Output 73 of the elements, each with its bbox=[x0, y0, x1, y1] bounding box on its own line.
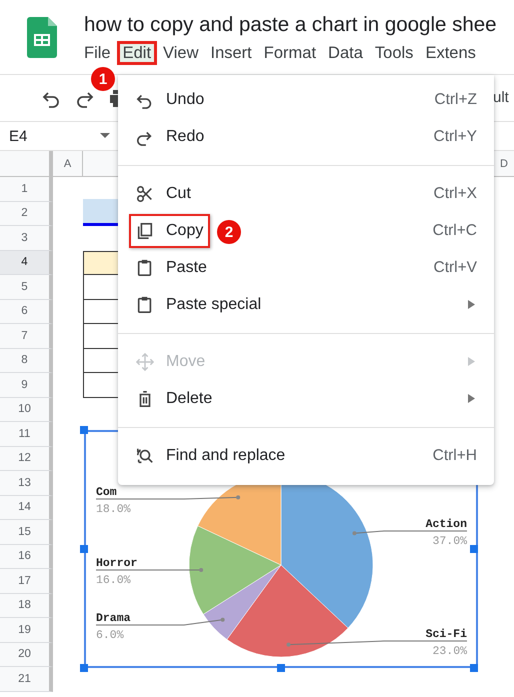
value-label: 16.0% bbox=[96, 574, 131, 587]
column-header[interactable]: D bbox=[494, 151, 514, 176]
row-header[interactable]: 3 bbox=[0, 226, 53, 250]
row-header[interactable]: 2 bbox=[0, 202, 53, 226]
menu-item[interactable]: Paste special bbox=[136, 294, 262, 314]
value-label: 37.0% bbox=[432, 535, 467, 548]
row-header[interactable]: 4 bbox=[0, 250, 53, 275]
shortcut-text: Ctrl+Y bbox=[434, 128, 477, 146]
column-header[interactable]: A bbox=[53, 151, 83, 176]
menu-item[interactable]: Paste bbox=[136, 258, 207, 278]
shortcut-text: Ctrl+C bbox=[432, 222, 477, 240]
resize-handle[interactable] bbox=[470, 545, 478, 553]
row-header[interactable]: 6 bbox=[0, 300, 53, 324]
chart-label: Drama bbox=[96, 612, 131, 625]
menu-item[interactable]: Cut bbox=[136, 184, 191, 204]
shortcut-text: Ctrl+V bbox=[434, 258, 477, 276]
menu-item[interactable]: Extens bbox=[419, 41, 482, 65]
menu-item[interactable]: Tools bbox=[368, 41, 420, 65]
menu-item[interactable]: Redo bbox=[136, 126, 204, 146]
menu-item[interactable]: Data bbox=[322, 41, 369, 65]
printer-icon[interactable] bbox=[110, 88, 118, 108]
menu-item[interactable]: Delete bbox=[136, 388, 212, 408]
row-header[interactable]: 8 bbox=[0, 348, 53, 373]
row-header[interactable]: 9 bbox=[0, 373, 53, 398]
shortcut-text: Ctrl+H bbox=[432, 446, 477, 464]
scissors-icon bbox=[136, 184, 154, 204]
menu-item[interactable]: Edit bbox=[116, 41, 158, 65]
menu-item[interactable]: View bbox=[157, 41, 204, 65]
copy-icon bbox=[136, 220, 154, 240]
menu-item[interactable]: Format bbox=[258, 41, 322, 65]
row-header[interactable]: 1 bbox=[0, 177, 53, 202]
four-arrows-icon bbox=[136, 352, 154, 372]
menu-item[interactable]: Copy bbox=[136, 220, 204, 240]
document-title[interactable]: how to copy and paste a chart in google shee bbox=[84, 12, 497, 38]
chart-label: Action bbox=[426, 518, 467, 531]
resize-handle[interactable] bbox=[470, 664, 478, 672]
menu-item[interactable]: Insert bbox=[204, 41, 258, 65]
chart-label: Com bbox=[96, 486, 117, 499]
row-header[interactable]: 15 bbox=[0, 520, 53, 544]
menu-item[interactable]: File bbox=[78, 41, 117, 65]
value-label: 18.0% bbox=[96, 503, 131, 516]
value-label: 6.0% bbox=[96, 629, 124, 642]
row-header[interactable]: 20 bbox=[0, 642, 53, 667]
chart-label: Sci-Fi bbox=[426, 628, 467, 641]
row-header[interactable]: 11 bbox=[0, 422, 53, 446]
chart-label: Horror bbox=[96, 557, 138, 570]
menu-item[interactable]: Undo bbox=[136, 90, 204, 110]
row-header[interactable]: 16 bbox=[0, 544, 53, 569]
row-header[interactable]: 21 bbox=[0, 667, 53, 692]
shortcut-text: Ctrl+Z bbox=[434, 90, 477, 108]
row-header[interactable]: 7 bbox=[0, 324, 53, 348]
shortcut-text: Ctrl+X bbox=[434, 184, 477, 202]
sheets-logo bbox=[27, 17, 57, 58]
value-label: 23.0% bbox=[432, 645, 467, 658]
font-selector[interactable]: ult bbox=[493, 89, 509, 106]
resize-handle[interactable] bbox=[80, 426, 88, 434]
step-badge: 1 bbox=[91, 67, 115, 91]
row-header[interactable]: 14 bbox=[0, 496, 53, 520]
row-header[interactable]: 18 bbox=[0, 594, 53, 618]
resize-handle[interactable] bbox=[277, 664, 285, 672]
row-header[interactable]: 10 bbox=[0, 398, 53, 422]
row-header[interactable]: 17 bbox=[0, 569, 53, 594]
menu-item[interactable]: Find and replace bbox=[136, 446, 286, 466]
name-box[interactable]: E4 bbox=[0, 122, 112, 150]
caret-icon bbox=[100, 133, 110, 139]
clipboard-icon bbox=[136, 258, 154, 278]
resize-handle[interactable] bbox=[80, 545, 88, 553]
clipboard-icon bbox=[136, 294, 154, 314]
row-header[interactable]: 19 bbox=[0, 618, 53, 642]
row-header[interactable]: 13 bbox=[0, 471, 53, 496]
resize-handle[interactable] bbox=[80, 664, 88, 672]
row-header[interactable]: 12 bbox=[0, 446, 53, 471]
row-header[interactable]: 5 bbox=[0, 275, 53, 300]
